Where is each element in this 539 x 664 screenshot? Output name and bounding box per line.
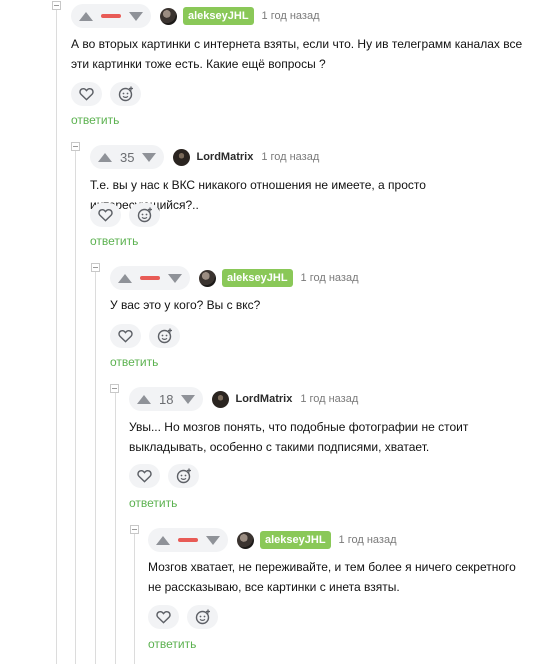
comment-header: aleksеyJHL 1 год назад (71, 4, 320, 28)
collapse-minus-icon[interactable] (130, 525, 139, 534)
comment-actions (148, 605, 226, 629)
comment-text: Увы... Но мозгов понять, что подобные фо… (129, 420, 469, 454)
like-button[interactable] (90, 203, 121, 227)
react-button[interactable] (149, 324, 180, 348)
comment-time[interactable]: 1 год назад (300, 393, 358, 405)
negative-rating-indicator (140, 276, 160, 280)
vote-widget (148, 528, 228, 552)
comment-text: У вас это у кого? Вы с вкс? (110, 298, 261, 312)
comment-text: Мозгов хватает, не переживайте, и тем бо… (148, 560, 516, 594)
smiley-plus-icon (137, 207, 152, 223)
thread-line (75, 151, 76, 664)
reply-link[interactable]: ответить (148, 637, 196, 651)
arrow-down-icon[interactable] (206, 535, 220, 545)
avatar[interactable] (160, 7, 177, 25)
reply-link[interactable]: ответить (71, 113, 119, 127)
react-button[interactable] (129, 203, 160, 227)
collapse-minus-icon[interactable] (52, 1, 61, 10)
thread-line (115, 393, 116, 664)
avatar[interactable] (212, 390, 230, 408)
react-button[interactable] (187, 605, 218, 629)
arrow-down-icon[interactable] (168, 273, 182, 283)
comment-header: 18 LordMatrix 1 год назад (129, 387, 358, 411)
collapse-minus-icon[interactable] (110, 384, 119, 393)
rating-value: 35 (120, 149, 135, 165)
author-name[interactable]: LordMatrix (196, 151, 253, 163)
smiley-plus-icon (195, 609, 210, 625)
arrow-up-icon[interactable] (79, 11, 93, 21)
comment: 35 LordMatrix 1 год назад Т.е. вы у нас … (90, 145, 530, 255)
rating-value: 18 (159, 391, 174, 407)
author-name[interactable]: aleksеyJHL (260, 531, 331, 549)
negative-rating-indicator (178, 538, 198, 542)
react-button[interactable] (168, 464, 199, 488)
comment: aleksеyJHL 1 год назад У вас это у кого?… (110, 266, 530, 376)
comment: aleksеyJHL 1 год назад Мозгов хватает, н… (148, 528, 531, 664)
author-name[interactable]: aleksеyJHL (183, 7, 254, 25)
arrow-up-icon[interactable] (98, 152, 112, 162)
smiley-plus-icon (176, 468, 191, 484)
vote-widget (71, 4, 151, 28)
like-button[interactable] (129, 464, 160, 488)
vote-widget: 18 (129, 387, 204, 411)
comment-actions (90, 203, 168, 227)
thread-line (134, 534, 135, 664)
avatar[interactable] (199, 269, 216, 287)
smiley-plus-icon (157, 328, 172, 344)
heart-icon (79, 87, 94, 101)
comment: aleksеyJHL 1 год назад А во вторых карти… (71, 4, 531, 134)
comment-time[interactable]: 1 год назад (262, 10, 320, 22)
heart-icon (118, 329, 133, 343)
comment-header: aleksеyJHL 1 год назад (110, 266, 359, 290)
heart-icon (98, 208, 113, 222)
arrow-down-icon[interactable] (129, 11, 143, 21)
comment-text: А во вторых картинки с интернета взяты, … (71, 37, 523, 71)
arrow-up-icon[interactable] (156, 535, 170, 545)
smiley-plus-icon (118, 86, 133, 102)
heart-icon (137, 469, 152, 483)
collapse-minus-icon[interactable] (71, 142, 80, 151)
thread-line (95, 272, 96, 664)
comment-actions (110, 324, 188, 348)
author-name[interactable]: aleksеyJHL (222, 269, 293, 287)
vote-widget: 35 (90, 145, 165, 169)
avatar[interactable] (237, 531, 254, 549)
comment-actions (71, 82, 149, 106)
comment-header: aleksеyJHL 1 год назад (148, 528, 397, 552)
thread-line (56, 10, 57, 664)
arrow-up-icon[interactable] (118, 273, 132, 283)
avatar[interactable] (173, 148, 191, 166)
comment-time[interactable]: 1 год назад (261, 151, 319, 163)
like-button[interactable] (110, 324, 141, 348)
author-name[interactable]: LordMatrix (235, 393, 292, 405)
arrow-down-icon[interactable] (181, 394, 196, 404)
collapse-minus-icon[interactable] (91, 263, 100, 272)
reply-link[interactable]: ответить (90, 234, 138, 248)
react-button[interactable] (110, 82, 141, 106)
comment-header: 35 LordMatrix 1 год назад (90, 145, 319, 169)
vote-widget (110, 266, 190, 290)
comment: 18 LordMatrix 1 год назад Увы... Но мозг… (129, 387, 531, 517)
reply-link[interactable]: ответить (129, 496, 177, 510)
arrow-down-icon[interactable] (142, 152, 157, 162)
arrow-up-icon[interactable] (137, 394, 151, 404)
comment-time[interactable]: 1 год назад (339, 534, 397, 546)
negative-rating-indicator (101, 14, 121, 18)
comment-actions (129, 464, 207, 488)
comment-time[interactable]: 1 год назад (301, 272, 359, 284)
reply-link[interactable]: ответить (110, 355, 158, 369)
like-button[interactable] (71, 82, 102, 106)
like-button[interactable] (148, 605, 179, 629)
heart-icon (156, 610, 171, 624)
